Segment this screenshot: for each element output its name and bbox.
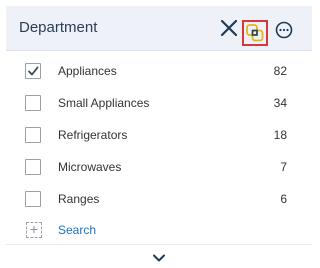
overlap-squares-icon bbox=[246, 24, 264, 42]
list-item[interactable]: Appliances 82 bbox=[6, 56, 312, 88]
more-options-button[interactable] bbox=[275, 21, 293, 39]
department-filter-panel: Department Appliances 82 Small Appliance… bbox=[6, 6, 312, 262]
list-item[interactable]: Ranges 6 bbox=[6, 184, 312, 216]
checkmark-icon bbox=[28, 66, 39, 76]
item-label: Ranges bbox=[58, 192, 100, 206]
overlap-button[interactable] bbox=[242, 20, 268, 46]
checkbox-ranges[interactable] bbox=[25, 191, 41, 207]
item-count: 7 bbox=[280, 160, 287, 174]
more-options-icon bbox=[275, 21, 293, 39]
item-label: Microwaves bbox=[58, 160, 122, 174]
checkbox-small-appliances[interactable] bbox=[25, 95, 41, 111]
item-count: 18 bbox=[273, 128, 287, 142]
item-label: Refrigerators bbox=[58, 128, 128, 142]
checkbox-refrigerators[interactable] bbox=[25, 127, 41, 143]
item-label: Small Appliances bbox=[58, 96, 150, 110]
item-count: 34 bbox=[273, 96, 287, 110]
search-row: + Search bbox=[6, 220, 312, 242]
close-button[interactable] bbox=[220, 19, 238, 37]
checkbox-microwaves[interactable] bbox=[25, 159, 41, 175]
panel-header: Department bbox=[6, 6, 312, 51]
list-item[interactable]: Microwaves 7 bbox=[6, 152, 312, 184]
close-icon bbox=[220, 19, 238, 37]
item-count: 82 bbox=[273, 64, 287, 78]
expand-button[interactable] bbox=[152, 250, 166, 262]
checkbox-appliances[interactable] bbox=[25, 63, 41, 79]
item-count: 6 bbox=[280, 192, 287, 206]
list-item[interactable]: Refrigerators 18 bbox=[6, 120, 312, 152]
add-search-icon[interactable]: + bbox=[26, 222, 42, 238]
list-item[interactable]: Small Appliances 34 bbox=[6, 88, 312, 120]
chevron-down-icon bbox=[153, 254, 165, 262]
panel-title: Department bbox=[19, 19, 98, 36]
item-label: Appliances bbox=[58, 64, 117, 78]
search-link[interactable]: Search bbox=[58, 223, 96, 237]
divider bbox=[6, 244, 312, 245]
